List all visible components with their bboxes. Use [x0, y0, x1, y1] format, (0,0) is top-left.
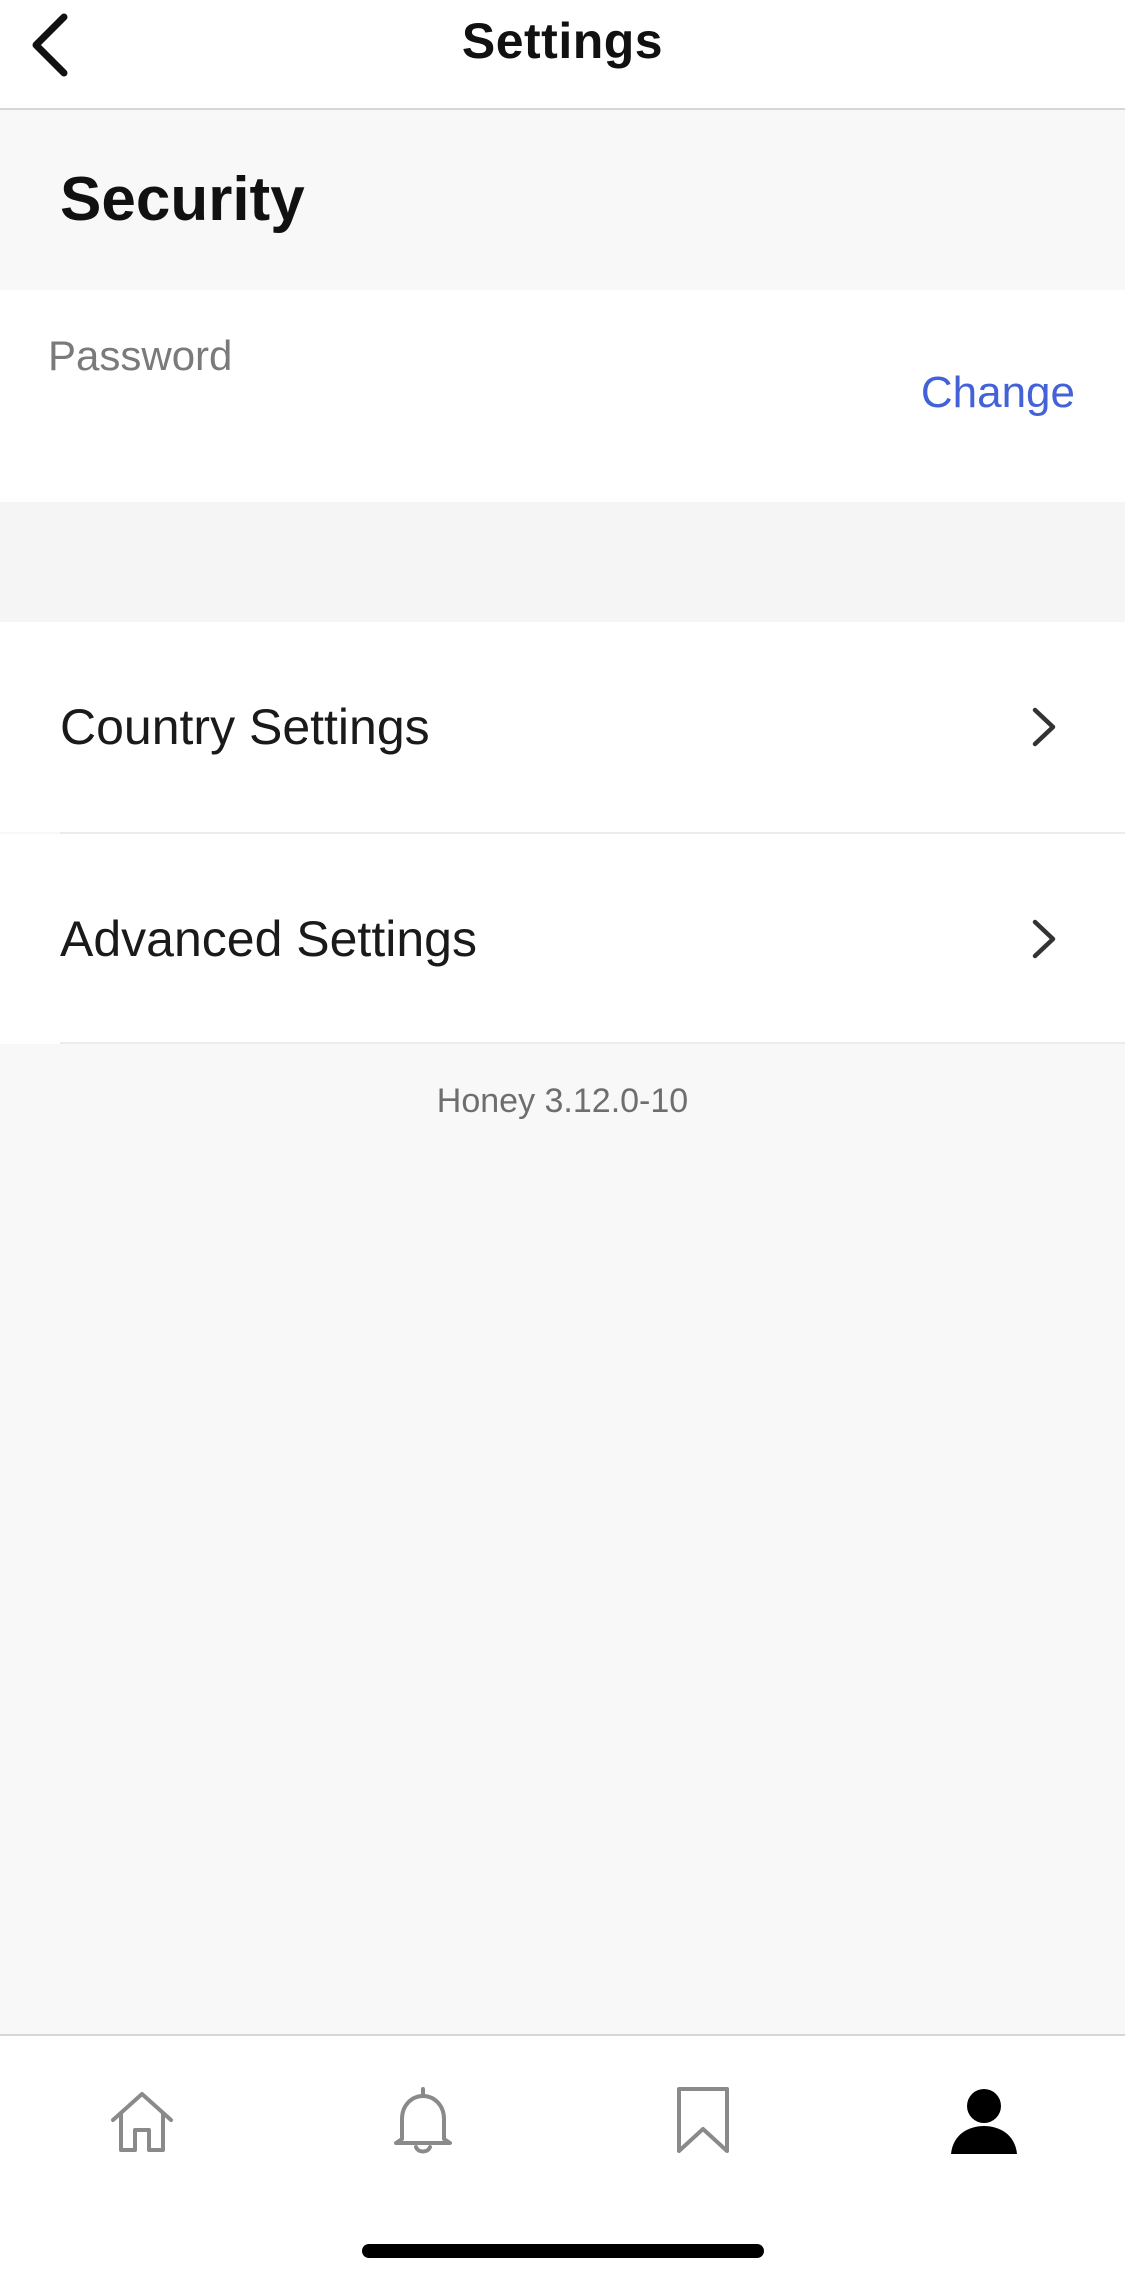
tab-notifications[interactable]	[378, 2076, 468, 2166]
password-label: Password	[48, 332, 233, 379]
bell-icon	[394, 2087, 452, 2154]
tab-home[interactable]	[97, 2076, 187, 2166]
advanced-settings-item[interactable]: Advanced Settings	[0, 834, 1125, 1044]
navigation-bar: Settings	[0, 0, 1125, 110]
chevron-right-icon	[1032, 707, 1056, 747]
tab-saved[interactable]	[658, 2076, 748, 2166]
page-title: Settings	[461, 13, 664, 69]
advanced-settings-label: Advanced Settings	[60, 911, 477, 967]
country-settings-label: Country Settings	[60, 699, 430, 755]
security-section-header: Security	[0, 112, 1125, 290]
change-password-button[interactable]: Change	[921, 368, 1075, 418]
bookmark-icon	[677, 2087, 729, 2153]
country-settings-item[interactable]: Country Settings	[0, 622, 1125, 832]
tab-profile[interactable]	[939, 2076, 1029, 2166]
app-version: Honey 3.12.0-10	[436, 1082, 689, 1120]
profile-icon	[951, 2089, 1017, 2154]
chevron-right-icon	[1032, 919, 1056, 959]
section-spacer	[0, 502, 1125, 622]
divider	[60, 1042, 1125, 1044]
section-title: Security	[60, 165, 305, 234]
password-row: Password Change	[0, 290, 1125, 502]
home-indicator	[362, 2244, 764, 2258]
home-icon	[111, 2092, 173, 2152]
